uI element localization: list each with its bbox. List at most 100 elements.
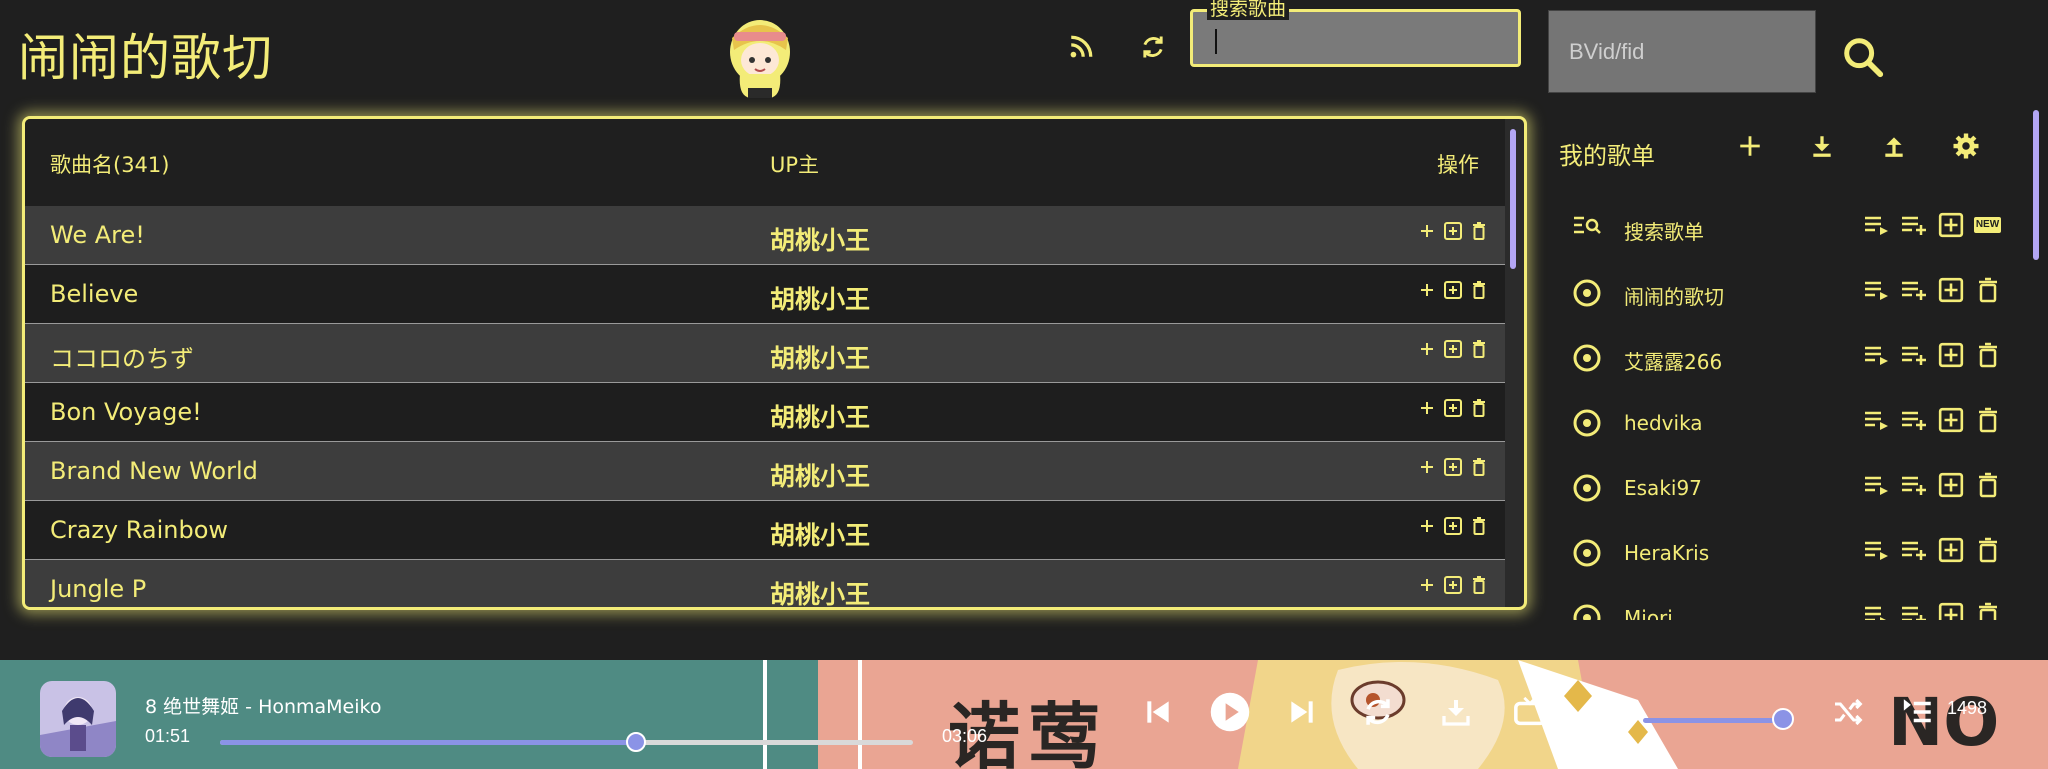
add-box-icon[interactable] <box>1936 211 1965 239</box>
play-next-icon[interactable] <box>1862 471 1891 499</box>
add-queue-icon[interactable] <box>1899 276 1928 304</box>
delete-icon[interactable] <box>1973 341 2002 369</box>
add-queue-icon[interactable] <box>1899 601 1928 620</box>
add-icon[interactable] <box>1417 220 1437 242</box>
song-row[interactable]: We Are! 胡桃小王 <box>25 206 1505 265</box>
delete-icon[interactable] <box>1469 515 1489 537</box>
add-icon[interactable] <box>1417 515 1437 537</box>
play-next-icon[interactable] <box>1862 536 1891 564</box>
play-icon[interactable] <box>1208 690 1252 734</box>
upload-icon[interactable] <box>1874 126 1914 166</box>
delete-icon[interactable] <box>1469 220 1489 242</box>
delete-icon[interactable] <box>1973 276 2002 304</box>
search-list-icon <box>1572 213 1602 239</box>
song-row[interactable]: Jungle P 胡桃小王 <box>25 560 1505 607</box>
song-uploader: 胡桃小王 <box>769 403 870 432</box>
previous-icon[interactable] <box>1136 690 1180 734</box>
progress-slider[interactable] <box>220 732 913 752</box>
song-table-header: 歌曲名(341) UP主 操作 <box>25 119 1505 207</box>
delete-icon[interactable] <box>1469 279 1489 301</box>
add-queue-icon[interactable] <box>1899 211 1928 239</box>
song-table-scrollbar[interactable] <box>1510 129 1516 269</box>
playlist-item[interactable]: hedvika <box>1545 391 2015 451</box>
delete-icon[interactable] <box>1469 338 1489 360</box>
album-art[interactable] <box>40 681 116 757</box>
add-queue-icon[interactable] <box>1899 471 1928 499</box>
add-box-icon[interactable] <box>1936 406 1965 434</box>
progress-handle[interactable] <box>625 732 646 752</box>
settings-gear-icon[interactable] <box>1946 126 1986 166</box>
volume-slider[interactable] <box>1643 718 1793 723</box>
refresh-icon[interactable] <box>1132 26 1174 68</box>
add-queue-icon[interactable] <box>1899 536 1928 564</box>
song-row[interactable]: Bon Voyage! 胡桃小王 <box>25 383 1505 442</box>
delete-icon[interactable] <box>1469 574 1489 596</box>
volume-handle[interactable] <box>1771 708 1794 730</box>
playlist-item[interactable]: HeraKris <box>1545 521 2015 581</box>
play-next-icon[interactable] <box>1862 276 1891 304</box>
playlist-queue-icon[interactable] <box>1896 690 1940 734</box>
delete-icon[interactable] <box>1973 601 2002 620</box>
song-search-input[interactable] <box>1205 24 1499 56</box>
bvid-input[interactable] <box>1549 11 1815 92</box>
song-row[interactable]: ココロのちず 胡桃小王 <box>25 324 1505 383</box>
playlist-item[interactable]: 闹闹的歌切 <box>1545 261 2015 321</box>
delete-icon[interactable] <box>1469 397 1489 419</box>
playlist-item[interactable]: 艾露露266 <box>1545 326 2015 386</box>
add-box-icon[interactable] <box>1936 276 1965 304</box>
add-to-playlist-icon[interactable] <box>1443 397 1463 419</box>
column-song-name[interactable]: 歌曲名(341) <box>50 149 169 179</box>
add-box-icon[interactable] <box>1936 471 1965 499</box>
tv-icon[interactable] <box>1508 690 1552 734</box>
song-row[interactable]: Brand New World 胡桃小王 <box>25 442 1505 501</box>
play-next-icon[interactable] <box>1862 211 1891 239</box>
delete-icon[interactable] <box>1469 456 1489 478</box>
song-uploader: 胡桃小王 <box>769 462 870 491</box>
add-icon[interactable] <box>1417 279 1437 301</box>
playlist-item[interactable]: Miori <box>1545 586 2015 620</box>
player-left-panel <box>0 660 818 769</box>
add-icon[interactable] <box>1417 338 1437 360</box>
add-playlist-icon[interactable] <box>1730 126 1770 166</box>
add-queue-icon[interactable] <box>1899 341 1928 369</box>
delete-icon[interactable] <box>1973 406 2002 434</box>
song-row[interactable]: Crazy Rainbow 胡桃小王 <box>25 501 1505 560</box>
disc-icon <box>1572 278 1602 308</box>
volume-icon[interactable] <box>1578 690 1622 734</box>
bvid-field[interactable] <box>1548 10 1816 93</box>
add-to-playlist-icon[interactable] <box>1443 279 1463 301</box>
add-box-icon[interactable] <box>1936 536 1965 564</box>
download-icon[interactable] <box>1802 126 1842 166</box>
add-to-playlist-icon[interactable] <box>1443 220 1463 242</box>
song-row[interactable]: Believe 胡桃小王 <box>25 265 1505 324</box>
song-uploader: 胡桃小王 <box>769 521 870 550</box>
next-icon[interactable] <box>1280 690 1324 734</box>
add-icon[interactable] <box>1417 574 1437 596</box>
add-to-playlist-icon[interactable] <box>1443 456 1463 478</box>
add-icon[interactable] <box>1417 397 1437 419</box>
song-search-field[interactable]: 搜索歌曲 <box>1190 0 1521 67</box>
play-next-icon[interactable] <box>1862 406 1891 434</box>
add-to-playlist-icon[interactable] <box>1443 515 1463 537</box>
add-box-icon[interactable] <box>1936 341 1965 369</box>
add-icon[interactable] <box>1417 456 1437 478</box>
playlist-item[interactable]: Esaki97 <box>1545 456 2015 516</box>
add-to-playlist-icon[interactable] <box>1443 574 1463 596</box>
add-queue-icon[interactable] <box>1899 406 1928 434</box>
add-box-icon[interactable] <box>1936 601 1965 620</box>
repeat-icon[interactable] <box>1356 690 1400 734</box>
search-icon[interactable] <box>1838 32 1888 82</box>
delete-icon[interactable] <box>1973 536 2002 564</box>
playlist-scrollbar[interactable] <box>2033 110 2039 260</box>
playlist-item[interactable]: 搜索歌单 NEW <box>1545 196 2015 256</box>
play-next-icon[interactable] <box>1862 601 1891 620</box>
shuffle-icon[interactable] <box>1825 690 1869 734</box>
download-icon[interactable] <box>1434 690 1478 734</box>
song-name: Believe <box>50 280 139 308</box>
add-to-playlist-icon[interactable] <box>1443 338 1463 360</box>
disc-icon <box>1572 473 1602 503</box>
rss-icon[interactable] <box>1060 26 1102 68</box>
column-uploader[interactable]: UP主 <box>770 149 819 179</box>
play-next-icon[interactable] <box>1862 341 1891 369</box>
delete-icon[interactable] <box>1973 471 2002 499</box>
